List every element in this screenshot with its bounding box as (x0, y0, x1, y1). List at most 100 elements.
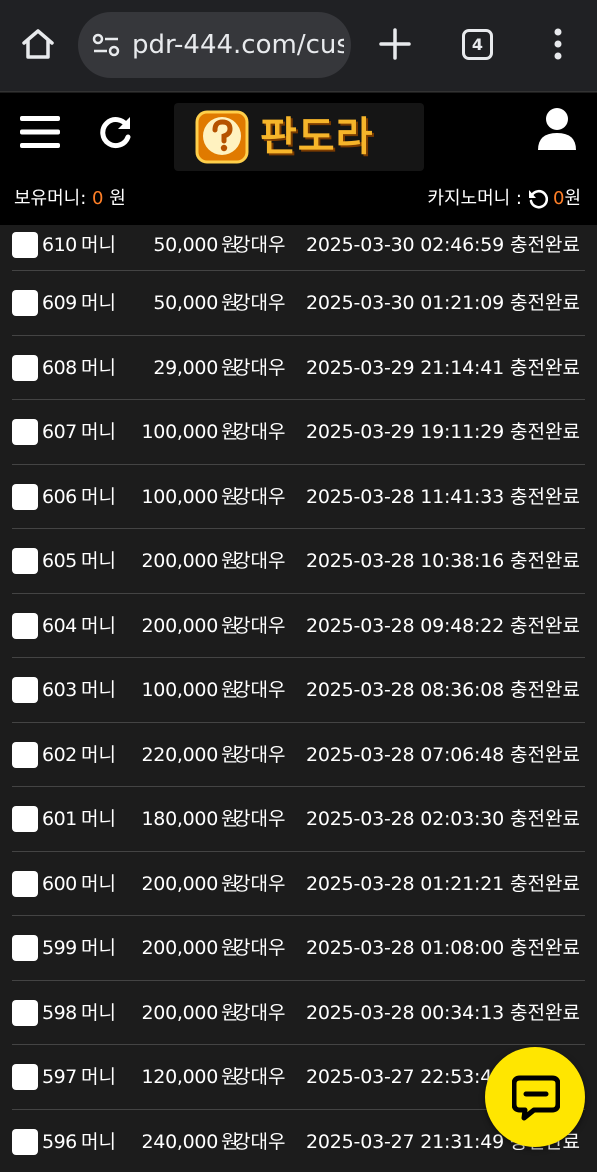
row-type: 머니 (81, 292, 116, 314)
row-number: 599 (42, 937, 77, 959)
row-type: 머니 (81, 743, 116, 766)
site-logo[interactable]: 판도라 (174, 103, 424, 171)
row-status: 충전완료 (510, 292, 580, 314)
casino-refresh-icon[interactable] (528, 189, 548, 209)
row-date: 2025-03-28 01:21:21 (306, 872, 504, 895)
chat-icon (512, 1075, 560, 1121)
row-name: 강대우 (233, 614, 286, 637)
row-checkbox[interactable] (12, 1128, 38, 1155)
row-date: 2025-03-29 21:14:41 (306, 356, 504, 379)
row-status: 충전완료 (510, 937, 580, 959)
row-status: 충전완료 (510, 234, 580, 256)
row-number: 600 (42, 872, 77, 895)
row-checkbox[interactable] (12, 870, 38, 897)
row-status: 충전완료 (510, 356, 580, 379)
row-status: 충전완료 (510, 550, 580, 572)
url-text: pdr-444.com/cus (132, 30, 344, 60)
row-name: 강대우 (233, 679, 286, 701)
row-checkbox[interactable] (12, 232, 38, 258)
row-amount: 220,000 (141, 743, 219, 766)
row-status: 충전완료 (510, 679, 580, 701)
row-number: 609 (42, 292, 77, 314)
refresh-icon[interactable] (96, 113, 134, 151)
row-checkbox[interactable] (12, 612, 38, 639)
row-checkbox[interactable] (12, 483, 38, 510)
row-date: 2025-03-29 19:11:29 (306, 421, 504, 443)
user-icon[interactable] (536, 107, 578, 151)
row-name: 강대우 (233, 234, 286, 256)
more-vert-icon[interactable] (548, 26, 568, 62)
table-row: 606 머니 100,000 원 강대우 2025-03-28 11:41:33 충전완료 (12, 465, 585, 529)
row-date: 2025-03-28 09:48:22 (306, 614, 504, 637)
row-checkbox[interactable] (12, 290, 38, 316)
casino-label: 카지노머니 : (427, 188, 522, 209)
row-type: 머니 (81, 421, 116, 443)
row-number: 597 (42, 1066, 77, 1088)
row-type: 머니 (81, 485, 116, 508)
row-type: 머니 (81, 614, 116, 637)
row-amount: 200,000 (141, 872, 219, 895)
row-checkbox[interactable] (12, 999, 38, 1026)
table-row: 600 머니 200,000 원 강대우 2025-03-28 01:21:21 충전완료 (12, 852, 585, 916)
row-amount: 50,000 (153, 292, 218, 314)
row-amount: 240,000 (141, 1130, 219, 1153)
row-date: 2025-03-28 01:08:00 (306, 937, 504, 959)
row-date: 2025-03-28 10:38:16 (306, 550, 504, 572)
row-date: 2025-03-28 02:03:30 (306, 808, 504, 830)
site-info-icon[interactable] (92, 32, 120, 58)
table-row: 610 머니 50,000 원 강대우 2025-03-30 02:46:59 충전완료 (12, 225, 585, 271)
wallet-value: 0 (92, 188, 104, 209)
row-amount: 200,000 (141, 550, 219, 572)
row-checkbox[interactable] (12, 741, 38, 768)
home-icon[interactable] (18, 24, 58, 64)
row-date: 2025-03-28 08:36:08 (306, 679, 504, 701)
table-row: 607 머니 100,000 원 강대우 2025-03-29 19:11:29 충전완료 (12, 400, 585, 465)
row-amount: 180,000 (141, 808, 219, 830)
row-status: 충전완료 (510, 872, 580, 895)
row-checkbox[interactable] (12, 935, 38, 961)
address-bar[interactable]: pdr-444.com/cus (78, 12, 351, 78)
row-type: 머니 (81, 356, 116, 379)
logo-text: 판도라 (260, 114, 374, 160)
row-status: 충전완료 (510, 808, 580, 830)
row-date: 2025-03-28 07:06:48 (306, 743, 504, 766)
row-name: 강대우 (233, 1001, 286, 1024)
tab-switcher-button[interactable]: 4 (462, 29, 493, 60)
row-name: 강대우 (233, 421, 286, 443)
row-date: 2025-03-30 01:21:09 (306, 292, 504, 314)
row-number: 606 (42, 485, 77, 508)
row-type: 머니 (81, 937, 116, 959)
row-name: 강대우 (233, 1130, 286, 1153)
row-number: 605 (42, 550, 77, 572)
table-row: 605 머니 200,000 원 강대우 2025-03-28 10:38:16 충전완료 (12, 529, 585, 594)
row-name: 강대우 (233, 872, 286, 895)
row-checkbox[interactable] (12, 548, 38, 574)
browser-toolbar: pdr-444.com/cus 4 (0, 0, 597, 92)
row-date: 2025-03-28 00:34:13 (306, 1001, 504, 1024)
row-type: 머니 (81, 550, 116, 572)
row-name: 강대우 (233, 937, 286, 959)
row-checkbox[interactable] (12, 677, 38, 703)
site-header: 판도라 보유머니: 0 원 카지노머니 : 0 원 (0, 93, 597, 225)
table-row: 604 머니 200,000 원 강대우 2025-03-28 09:48:22 충전완료 (12, 594, 585, 658)
row-checkbox[interactable] (12, 806, 38, 832)
plus-icon[interactable] (377, 26, 413, 62)
row-type: 머니 (81, 1130, 116, 1153)
hamburger-icon[interactable] (20, 114, 60, 150)
chat-button[interactable] (485, 1047, 585, 1147)
row-type: 머니 (81, 872, 116, 895)
row-number: 601 (42, 808, 77, 830)
row-name: 강대우 (233, 1066, 286, 1088)
row-name: 강대우 (233, 292, 286, 314)
row-status: 충전완료 (510, 743, 580, 766)
row-name: 강대우 (233, 356, 286, 379)
row-amount: 100,000 (141, 485, 219, 508)
row-checkbox[interactable] (12, 354, 38, 381)
question-box-icon (195, 110, 249, 164)
row-checkbox[interactable] (12, 419, 38, 445)
row-checkbox[interactable] (12, 1064, 38, 1090)
row-type: 머니 (81, 1001, 116, 1024)
casino-balance: 카지노머니 : 0 원 (427, 187, 581, 211)
table-row: 602 머니 220,000 원 강대우 2025-03-28 07:06:48 충전완료 (12, 723, 585, 787)
row-number: 607 (42, 421, 77, 443)
